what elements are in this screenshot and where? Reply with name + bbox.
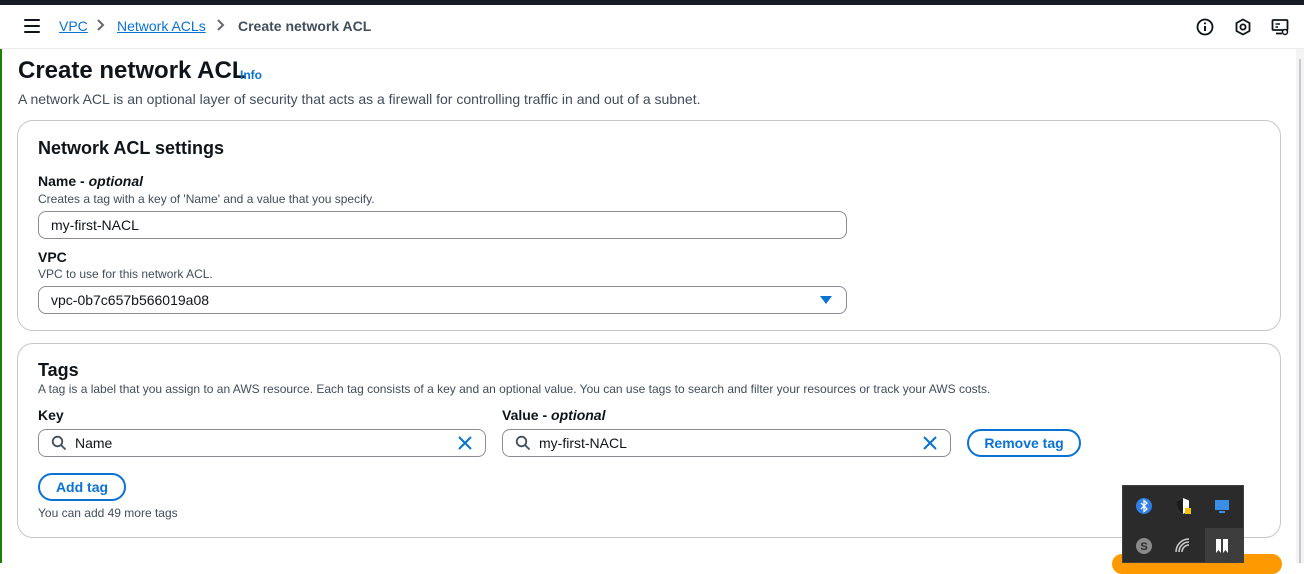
caret-down-icon: [820, 296, 832, 304]
clear-x-icon[interactable]: [457, 435, 473, 451]
tags-heading: Tags: [38, 360, 79, 380]
snip-tool-icon[interactable]: [1212, 536, 1232, 556]
page-title: Create network ACL: [18, 57, 247, 84]
tag-value-value: my-first-NACL: [539, 435, 627, 451]
display-icon[interactable]: [1212, 496, 1232, 516]
clear-x-icon[interactable]: [922, 435, 938, 451]
key-label: Key: [38, 407, 64, 423]
network-acl-settings-panel: Network ACL settings Name - optional Cre…: [17, 120, 1281, 331]
search-icon: [515, 435, 531, 451]
system-tray-overflow: S: [1122, 485, 1244, 563]
remove-tag-button[interactable]: Remove tag: [967, 429, 1081, 457]
top-bar: VPC Network ACLs Create network ACL: [0, 5, 1304, 49]
breadcrumb-vpc[interactable]: VPC: [59, 18, 88, 34]
breadcrumb-current: Create network ACL: [238, 18, 372, 34]
add-tag-button[interactable]: Add tag: [38, 473, 126, 501]
tags-description: A tag is a label that you assign to an A…: [38, 382, 991, 396]
tag-key-input[interactable]: Name: [38, 429, 486, 457]
vpc-label: VPC: [38, 249, 67, 265]
screen-settings-icon[interactable]: [1271, 18, 1289, 36]
vertical-scrollbar[interactable]: [1296, 49, 1304, 563]
windows-security-icon[interactable]: [1173, 496, 1193, 516]
chevron-right-icon: [97, 19, 105, 31]
tag-value-input[interactable]: my-first-NACL: [502, 429, 951, 457]
feedback-hexagon-icon[interactable]: [1234, 18, 1252, 36]
page-description: A network ACL is an optional layer of se…: [18, 91, 701, 107]
remaining-tags-hint: You can add 49 more tags: [38, 506, 178, 520]
tags-panel: Tags A tag is a label that you assign to…: [17, 343, 1281, 538]
info-circle-icon[interactable]: [1196, 18, 1214, 36]
value-label: Value - optional: [502, 407, 606, 423]
bluetooth-icon[interactable]: [1134, 496, 1154, 516]
chevron-right-icon: [217, 19, 225, 31]
breadcrumb-network-acls[interactable]: Network ACLs: [117, 18, 206, 34]
skype-icon[interactable]: S: [1134, 536, 1154, 556]
wifi-icon[interactable]: [1173, 536, 1193, 556]
info-link[interactable]: Info: [240, 68, 262, 82]
vpc-select[interactable]: vpc-0b7c657b566019a08: [38, 286, 847, 314]
hamburger-menu-icon[interactable]: [24, 19, 40, 33]
name-label: Name - optional: [38, 173, 144, 189]
search-icon: [51, 435, 67, 451]
settings-heading: Network ACL settings: [38, 138, 225, 158]
name-input[interactable]: my-first-NACL: [38, 211, 847, 239]
vpc-hint: VPC to use for this network ACL.: [38, 267, 213, 281]
name-hint: Creates a tag with a key of 'Name' and a…: [38, 192, 375, 206]
name-input-value: my-first-NACL: [51, 217, 139, 233]
left-accent-bar: [0, 49, 2, 563]
svg-text:S: S: [1140, 541, 1147, 553]
tag-key-value: Name: [75, 435, 113, 451]
vpc-select-value: vpc-0b7c657b566019a08: [51, 292, 210, 308]
